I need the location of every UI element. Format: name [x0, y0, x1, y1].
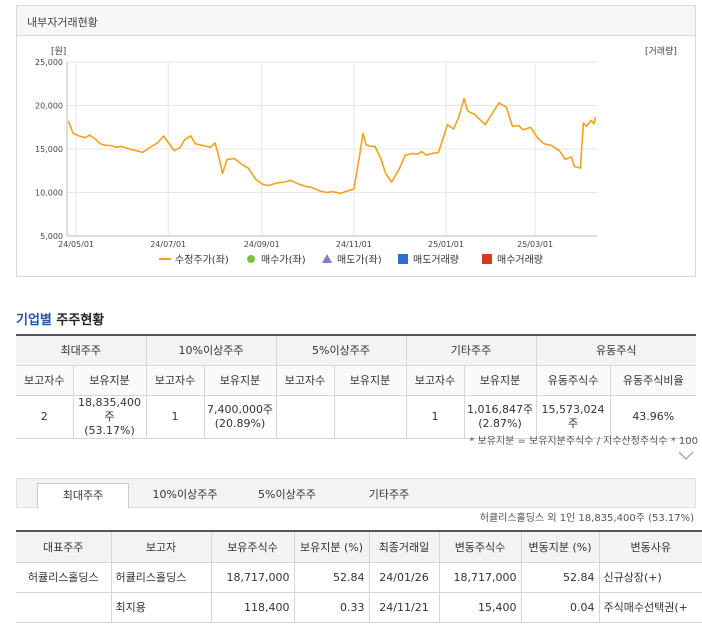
sub-header: 보고자수 [145, 364, 205, 396]
group-header: 5%이상주주 [275, 334, 407, 366]
x-tick-label: 24/09/01 [244, 240, 280, 249]
y-tick-label: 20,000 [35, 102, 63, 111]
sub-header: 보유지분 [333, 364, 407, 396]
shareholder-summary-table: 최대주주 10%이상주주 5%이상주주 기타주주 유동주식 보고자수 보유지분 … [16, 334, 697, 439]
summary-cell: 18,835,400주 (53.17%) [72, 394, 147, 439]
column-header: 보유지분 (%) [293, 530, 370, 563]
sub-header: 보고자수 [405, 364, 465, 396]
group-header: 10%이상주주 [145, 334, 277, 366]
column-header: 변동주식수 [438, 530, 522, 563]
holder-summary: 허큘리스홀딩스 외 1인 18,835,400주 (53.17%) [479, 513, 694, 524]
legend-label: 매도거래량 [413, 254, 459, 266]
change-reason-cell: 주식매수선택권(+ [598, 591, 702, 623]
tab-10pct-shareholder[interactable]: 10%이상주주 [139, 483, 231, 509]
legend-square-icon [398, 254, 408, 264]
chart-panel-title: 내부자거래현황 [17, 6, 695, 36]
x-tick-label: 25/03/01 [517, 240, 553, 249]
tab-other-shareholder[interactable]: 기타주주 [343, 483, 435, 509]
y-axis-unit-right: [거래량] [645, 45, 677, 57]
footnote: * 보유지분 = 보유지분주식수 / 지수산정주식수 * 100 [469, 436, 698, 447]
table-row: 허큘리스홀딩스 허큘리스홀딩스 18,717,000 52.84 24/01/2… [16, 561, 702, 593]
legend-label: 매수가(좌) [261, 254, 306, 266]
price-series-line [67, 97, 597, 195]
summary-cell: 1 [405, 394, 465, 439]
summary-cell: 7,400,000주 (20.89%) [203, 394, 277, 439]
column-header: 대표주주 [16, 530, 112, 563]
shares-held-cell: 118,400 [210, 591, 295, 623]
last-trade-date-cell: 24/01/26 [368, 561, 440, 593]
changed-pct-cell: 0.04 [520, 591, 600, 623]
reporter-cell: 최지용 [110, 591, 212, 623]
section-title-highlight: 기업별 [16, 313, 52, 328]
legend-label: 매수거래량 [497, 254, 543, 266]
summary-cell: 1 [145, 394, 205, 439]
summary-cell: 2 [16, 394, 74, 439]
legend-square-icon [482, 254, 492, 264]
holding-pct-cell: 0.33 [293, 591, 370, 623]
column-header: 변동지분 (%) [520, 530, 600, 563]
legend-label: 매도가(좌) [337, 254, 382, 266]
shares-held-cell: 18,717,000 [210, 561, 295, 593]
sub-header: 유동주식비율 [609, 364, 697, 396]
group-header: 유동주식 [535, 334, 697, 366]
summary-cell [275, 394, 335, 439]
column-header: 보고자 [110, 530, 212, 563]
x-tick-label: 25/01/01 [428, 240, 464, 249]
tab-largest-shareholder[interactable]: 최대주주 [37, 483, 129, 509]
x-tick-label: 24/05/01 [58, 240, 94, 249]
stock-price-chart: [원] [거래량]25,00020,00015,00010,0005,00024/… [35, 45, 677, 266]
column-header: 최종거래일 [368, 530, 440, 563]
sub-header: 보유지분 [463, 364, 537, 396]
group-header: 최대주주 [16, 334, 147, 366]
legend-label: 수정주가(좌) [175, 254, 229, 266]
y-axis-unit-left: [원] [51, 46, 66, 57]
summary-cell [333, 394, 407, 439]
column-header: 보유주식수 [210, 530, 295, 563]
section-title-rest: 주주현황 [51, 313, 105, 328]
tab-5pct-shareholder[interactable]: 5%이상주주 [241, 483, 333, 509]
last-trade-date-cell: 24/11/21 [368, 591, 440, 623]
sub-header: 보고자수 [16, 364, 74, 396]
changed-pct-cell: 52.84 [520, 561, 600, 593]
sub-header: 보고자수 [275, 364, 335, 396]
x-tick-label: 24/11/01 [336, 240, 372, 249]
representative-holder-cell: 허큘리스홀딩스 [16, 561, 112, 593]
section-title: 기업별 주주현황 [16, 309, 104, 328]
y-tick-label: 10,000 [35, 189, 63, 198]
changed-shares-cell: 15,400 [438, 591, 522, 623]
reporter-cell: 허큘리스홀딩스 [110, 561, 212, 593]
largest-shareholder-table: 대표주주 보고자 보유주식수 보유지분 (%) 최종거래일 변동주식수 변동지분… [16, 530, 702, 623]
column-header: 변동사유 [598, 530, 702, 563]
sub-header: 보유지분 [72, 364, 147, 396]
change-reason-cell: 신규상장(+) [598, 561, 702, 593]
legend-circle-icon [247, 255, 255, 263]
y-tick-label: 15,000 [35, 145, 63, 154]
insider-trading-chart-panel: 내부자거래현황 [원] [거래량] 25,000 20,000 15,000 10,000… [16, 5, 696, 277]
changed-shares-cell: 18,717,000 [438, 561, 522, 593]
legend-triangle-icon [322, 254, 332, 263]
sub-header: 보유지분 [203, 364, 277, 396]
x-tick-label: 24/07/01 [150, 240, 186, 249]
y-tick-label: 25,000 [35, 58, 63, 67]
sub-header: 유동주식수 [535, 364, 611, 396]
group-header: 기타주주 [405, 334, 537, 366]
chevron-down-icon[interactable] [678, 449, 694, 461]
shareholder-tabs: 최대주주 10%이상주주 5%이상주주 기타주주 [16, 478, 696, 509]
holding-pct-cell: 52.84 [293, 561, 370, 593]
table-row: 최지용 118,400 0.33 24/11/21 15,400 0.04 주식… [16, 591, 702, 623]
representative-holder-cell [16, 591, 112, 623]
